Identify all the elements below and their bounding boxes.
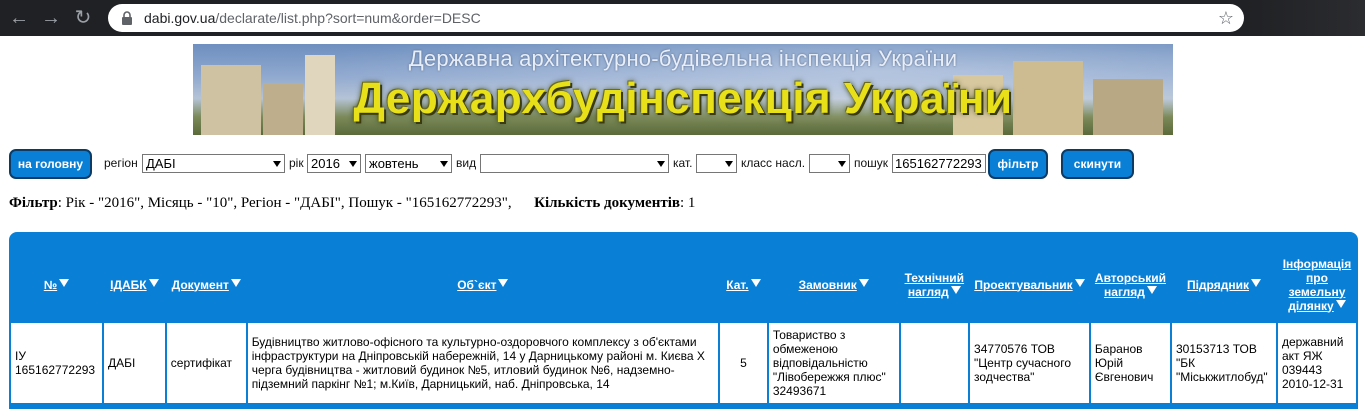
column-header-designer[interactable]: Проектувальник [970,248,1089,321]
cell-tech-supervision [900,323,969,403]
column-header-tech-supervision[interactable]: Технічний нагляд [900,248,969,321]
column-header-document[interactable]: Документ [166,248,246,321]
cell-document: сертифікат [166,323,246,403]
type-select[interactable] [480,154,669,173]
search-input[interactable]: 165162772293 [892,154,986,173]
back-arrow-icon[interactable]: ← [6,5,32,31]
sort-down-icon [230,278,241,287]
chevron-down-icon [440,161,448,167]
results-table-container: № ІДАБК Документ Об`єкт Кат. Замовник Те… [9,232,1358,409]
column-header-label: Об`єкт [457,277,497,292]
cell-idabk: ДАБІ [103,323,165,403]
cell-land-info: державний акт ЯЖ 039443 2010-12-31 [1277,323,1356,403]
cell-object: Будівництво житлово-офісного та культурн… [247,323,718,403]
sort-down-icon [1074,278,1085,287]
column-header-contractor[interactable]: Підрядник [1172,248,1276,321]
cell-author-supervision: Баранов Юрій Євгенович [1090,323,1170,403]
sort-down-icon [148,278,159,287]
url-text: dabi.gov.ua/declarate/list.php?sort=num&… [144,10,481,26]
column-header-label: ІДАБК [110,277,147,292]
month-select[interactable]: жовтень [365,154,452,173]
column-header-label: № [43,277,58,292]
filter-summary-text: : Рік - "2016", Місяць - "10", Регіон - … [57,195,512,211]
filter-summary: Фільтр: Рік - "2016", Місяць - "10", Рег… [9,195,695,212]
url-path: /declarate/list.php?sort=num&order=DESC [215,10,481,26]
year-label: рік [289,156,304,170]
class-label: класс насл. [741,156,806,170]
month-select-value: жовтень [369,156,419,171]
column-header-author-supervision[interactable]: Авторський нагляд [1090,248,1170,321]
sort-down-icon [1146,285,1157,294]
category-select[interactable] [696,154,737,173]
document-count-label: Кількість документів [534,195,680,211]
cell-category: 5 [720,323,767,403]
sort-down-icon [1335,299,1346,308]
column-header-label: Замовник [798,277,857,292]
chevron-down-icon [725,161,733,167]
column-header-label: Технічний нагляд [904,270,965,299]
column-header-customer[interactable]: Замовник [768,248,899,321]
banner-subtitle: Державна архітектурно-будівельна інспекц… [408,46,958,71]
column-header-label: Підрядник [1186,277,1249,292]
region-select[interactable]: ДАБІ [142,154,285,173]
table-row: ІУ 165162772293 ДАБІ сертифікат Будівниц… [11,323,1356,403]
column-header-label: Документ [171,277,229,292]
url-host: dabi.gov.ua [144,10,216,26]
year-select-value: 2016 [311,156,340,171]
sort-down-icon [750,278,761,287]
sort-down-icon [498,278,509,287]
type-label: вид [456,156,477,170]
column-header-number[interactable]: № [11,248,102,321]
chevron-down-icon [273,161,281,167]
reload-icon[interactable]: ↻ [70,5,96,31]
home-button[interactable]: на головну [9,149,92,179]
address-bar[interactable]: dabi.gov.ua/declarate/list.php?sort=num&… [108,4,1244,32]
column-header-land-info[interactable]: Інформація про земельну ділянку [1277,248,1356,321]
filter-button[interactable]: фільтр [988,149,1048,179]
search-label: пошук [854,156,889,170]
column-header-object[interactable]: Об`єкт [247,248,718,321]
table-header-row: № ІДАБК Документ Об`єкт Кат. Замовник Те… [11,248,1356,321]
sort-down-icon [1250,278,1261,287]
class-select[interactable] [809,154,850,173]
site-banner[interactable]: Державна архітектурно-будівельна інспекц… [193,44,1173,135]
cell-number: ІУ 165162772293 [11,323,102,403]
results-table: № ІДАБК Документ Об`єкт Кат. Замовник Те… [9,246,1358,405]
browser-toolbar: ← → ↻ dabi.gov.ua/declarate/list.php?sor… [0,0,1365,36]
year-select[interactable]: 2016 [307,154,361,173]
sort-down-icon [950,285,961,294]
column-header-label: Проектувальник [974,277,1073,292]
sort-down-icon [858,278,869,287]
cell-designer: 34770576 ТОВ "Центр сучасного зодчества" [970,323,1089,403]
extensions-area [1245,0,1365,36]
cell-customer: Товариство з обмеженою відповідальністю … [768,323,899,403]
reset-button[interactable]: скинути [1061,149,1134,179]
filter-summary-label: Фільтр [9,195,58,211]
sort-down-icon [59,278,70,287]
banner-title: Держархбудінспекція України [353,74,1013,123]
cell-contractor: 30153713 ТОВ "БК "Міськжитлобуд" [1172,323,1276,403]
column-header-label: Авторський нагляд [1094,270,1166,299]
document-count-value: : 1 [679,195,696,211]
region-label: регіон [104,156,138,170]
column-header-idabk[interactable]: ІДАБК [103,248,165,321]
column-header-category[interactable]: Кат. [720,248,767,321]
column-header-label: Кат. [726,277,749,292]
chevron-down-icon [349,161,357,167]
lock-icon [122,11,132,25]
bookmark-star-icon[interactable]: ☆ [1218,8,1234,29]
forward-arrow-icon[interactable]: → [38,5,64,31]
category-label: кат. [673,156,693,170]
chevron-down-icon [838,161,846,167]
chevron-down-icon [657,161,665,167]
region-select-value: ДАБІ [146,156,176,171]
